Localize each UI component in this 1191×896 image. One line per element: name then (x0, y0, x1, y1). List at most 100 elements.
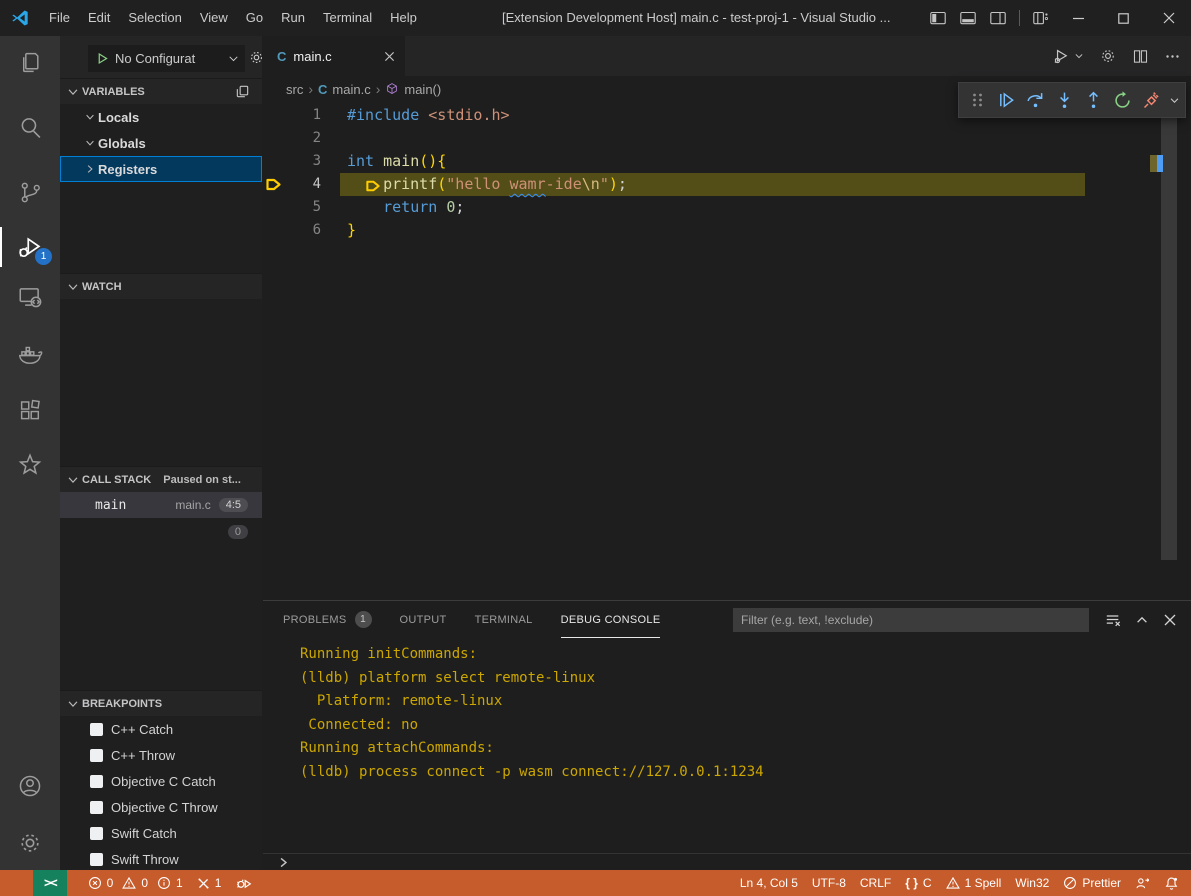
split-editor-icon[interactable] (1132, 48, 1149, 65)
editor-scrollbar[interactable] (1161, 115, 1177, 560)
step-over-button[interactable] (1022, 86, 1049, 114)
activity-explorer-icon[interactable] (0, 38, 60, 86)
line-number: 3 (283, 150, 321, 173)
customize-layout-icon[interactable] (1026, 0, 1056, 36)
breakpoint-objc-catch[interactable]: Objective C Catch (60, 768, 262, 794)
toggle-primary-sidebar-icon[interactable] (923, 0, 953, 36)
toolbar-drag-handle[interactable] (964, 86, 991, 114)
menu-file[interactable]: File (40, 0, 79, 36)
account-icon[interactable] (0, 762, 60, 810)
watch-section-header[interactable]: WATCH (60, 273, 262, 299)
variables-section-header[interactable]: VARIABLES (60, 78, 262, 104)
breakpoint-objc-throw[interactable]: Objective C Throw (60, 794, 262, 820)
cursor-position[interactable]: Ln 4, Col 5 (733, 870, 805, 896)
clear-console-icon[interactable] (1105, 612, 1121, 628)
toggle-secondary-sidebar-icon[interactable] (983, 0, 1013, 36)
menu-terminal[interactable]: Terminal (314, 0, 381, 36)
menu-help[interactable]: Help (381, 0, 426, 36)
checkbox[interactable] (90, 801, 103, 814)
menu-selection[interactable]: Selection (119, 0, 190, 36)
settings-gear-icon[interactable] (0, 819, 60, 867)
breakpoints-section-header[interactable]: BREAKPOINTS (60, 690, 262, 716)
breakpoint-swift-catch[interactable]: Swift Catch (60, 820, 262, 846)
call-stack-section-header[interactable]: CALL STACK Paused on st... (60, 466, 262, 492)
eol-sequence[interactable]: CRLF (853, 870, 898, 896)
continue-button[interactable] (993, 86, 1020, 114)
call-stack-frame-row[interactable]: main main.c 4:5 (60, 492, 262, 518)
editor-settings-gear-icon[interactable] (1099, 47, 1117, 65)
restart-button[interactable] (1109, 86, 1136, 114)
call-stack-status: Paused on st... (163, 474, 241, 486)
checkbox[interactable] (90, 775, 103, 788)
tab-close-icon[interactable] (384, 51, 395, 62)
menu-edit[interactable]: Edit (79, 0, 119, 36)
remote-indicator[interactable]: >< (33, 870, 67, 896)
platform-target[interactable]: Win32 (1008, 870, 1056, 896)
close-panel-icon[interactable] (1163, 613, 1177, 627)
breakpoint-swift-throw[interactable]: Swift Throw (60, 846, 262, 872)
tab-main-c[interactable]: C main.c (263, 36, 405, 76)
encoding[interactable]: UTF-8 (805, 870, 853, 896)
breadcrumb-symbol[interactable]: main() (404, 82, 441, 97)
activity-remote-explorer-icon[interactable] (0, 273, 60, 321)
variables-item-registers[interactable]: Registers (60, 156, 262, 182)
close-button[interactable] (1146, 0, 1191, 36)
activity-run-debug-icon[interactable]: 1 (0, 223, 60, 271)
console-line: Platform: remote-linux (300, 690, 1171, 714)
code-line-5[interactable]: 5 return 0; (263, 196, 464, 219)
activity-extensions-icon[interactable] (0, 386, 60, 434)
menu-run[interactable]: Run (272, 0, 314, 36)
activity-source-control-icon[interactable] (0, 168, 60, 216)
tab-output[interactable]: OUTPUT (400, 601, 447, 638)
variables-item-locals[interactable]: Locals (60, 104, 262, 130)
checkbox[interactable] (90, 749, 103, 762)
code-line-1[interactable]: 1 #include <stdio.h> (263, 104, 510, 127)
maximize-panel-chevron-icon[interactable] (1135, 613, 1149, 627)
disconnect-button[interactable] (1138, 86, 1165, 114)
locals-label: Locals (98, 110, 139, 125)
tab-debug-console[interactable]: DEBUG CONSOLE (561, 601, 661, 638)
copy-value-icon[interactable] (235, 84, 262, 99)
variables-item-globals[interactable]: Globals (60, 130, 262, 156)
language-mode[interactable]: { } C (898, 870, 938, 896)
editor-actions (1052, 36, 1181, 76)
code-line-2[interactable]: 2 (263, 127, 347, 150)
tab-label: main.c (293, 49, 331, 64)
debug-status[interactable] (228, 870, 259, 896)
formatter-status[interactable]: Prettier (1056, 870, 1128, 896)
code-line-3[interactable]: 3 int main(){ (263, 150, 446, 173)
maximize-button[interactable] (1101, 0, 1146, 36)
checkbox[interactable] (90, 853, 103, 866)
step-into-button[interactable] (1051, 86, 1078, 114)
braces-icon: { } (905, 876, 918, 890)
notifications-bell-icon[interactable] (1157, 870, 1191, 896)
toggle-panel-icon[interactable] (953, 0, 983, 36)
debug-toolbar-chevron-icon[interactable] (1169, 95, 1180, 106)
breadcrumb-folder[interactable]: src (286, 82, 303, 97)
spell-checker-status[interactable]: 1 Spell (939, 870, 1009, 896)
more-actions-icon[interactable] (1164, 48, 1181, 65)
feedback-icon[interactable] (1128, 870, 1157, 896)
code-line-4-current[interactable]: 4 printf("hello wamr-ide\n"); (263, 173, 627, 196)
debug-config-dropdown[interactable]: No Configurat (88, 45, 245, 72)
menu-go[interactable]: Go (237, 0, 272, 36)
tab-terminal[interactable]: TERMINAL (475, 601, 533, 638)
breakpoint-cpp-catch[interactable]: C++ Catch (60, 716, 262, 742)
breadcrumb-file[interactable]: main.c (332, 82, 370, 97)
activity-docker-icon[interactable] (0, 330, 60, 378)
step-out-button[interactable] (1080, 86, 1107, 114)
checkbox[interactable] (90, 723, 103, 736)
console-filter-input[interactable] (733, 608, 1089, 632)
code-line-6[interactable]: 6 } (263, 219, 356, 242)
tools-status[interactable]: 1 (190, 870, 229, 896)
debug-console-input[interactable] (263, 853, 1191, 871)
tab-problems[interactable]: PROBLEMS 1 (283, 601, 372, 638)
run-or-debug-button[interactable] (1052, 47, 1084, 66)
activity-pinned-star-icon[interactable] (0, 441, 60, 489)
activity-search-icon[interactable] (0, 103, 60, 151)
breakpoint-cpp-throw[interactable]: C++ Throw (60, 742, 262, 768)
minimize-button[interactable] (1056, 0, 1101, 36)
checkbox[interactable] (90, 827, 103, 840)
menu-view[interactable]: View (191, 0, 237, 36)
problems-status[interactable]: 0 0 1 (81, 870, 190, 896)
